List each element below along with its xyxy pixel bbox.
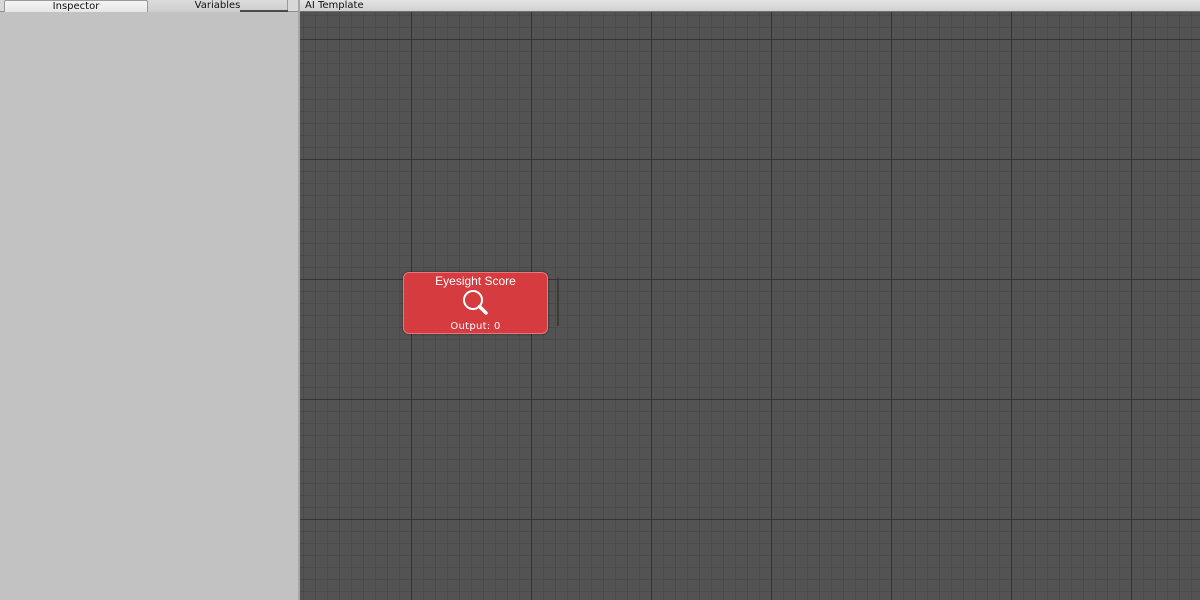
eyesight-score-node[interactable]: Eyesight Score Output: 0	[403, 272, 548, 334]
tab-underline	[240, 10, 288, 12]
tab-bar: Inspector Variables	[0, 0, 299, 12]
tab-inspector[interactable]: Inspector	[4, 0, 148, 12]
graph-canvas[interactable]: Eyesight Score Output: 0	[300, 12, 1200, 600]
graph-title: AI Template	[305, 0, 364, 11]
editor-window: Inspector Variables AI Template Eyesight…	[0, 0, 1200, 600]
node-output-label: Output: 0	[450, 321, 501, 332]
magnifier-icon	[463, 290, 488, 315]
inspector-panel: Inspector Variables	[0, 0, 299, 600]
graph-header: AI Template	[300, 0, 1200, 12]
node-title: Eyesight Score	[435, 274, 516, 288]
node-output-connector[interactable]	[557, 278, 559, 326]
